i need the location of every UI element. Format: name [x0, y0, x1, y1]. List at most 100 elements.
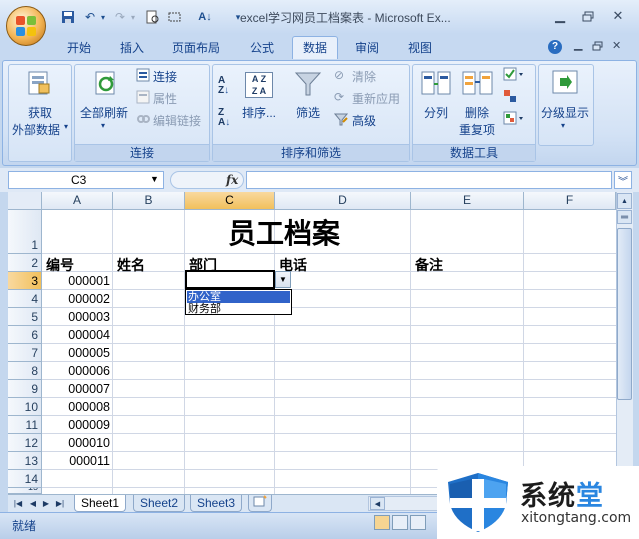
id-cell[interactable]: 000009: [40, 418, 110, 432]
row-header[interactable]: 2: [8, 254, 42, 272]
tab-data[interactable]: 数据: [292, 36, 339, 59]
get-external-data-line2[interactable]: 外部数据: [12, 121, 60, 138]
row-header[interactable]: 9: [8, 380, 42, 398]
header-cell-remarks[interactable]: 备注: [415, 255, 443, 275]
sheet-title-cell[interactable]: 员工档案: [186, 212, 382, 252]
tab-page-layout[interactable]: 页面布局: [162, 37, 230, 60]
outline-button[interactable]: 分级显示: [541, 104, 589, 121]
row-header[interactable]: 11: [8, 416, 42, 434]
row-header[interactable]: 7: [8, 344, 42, 362]
row-header[interactable]: 8: [8, 362, 42, 380]
outline-dropdown-icon[interactable]: ▾: [561, 121, 565, 130]
refresh-dropdown-icon[interactable]: ▾: [101, 121, 105, 130]
id-cell[interactable]: 000006: [40, 364, 110, 378]
advanced-button[interactable]: 高级: [352, 112, 376, 129]
row-header[interactable]: 3: [8, 272, 42, 290]
close-icon[interactable]: ✕: [606, 6, 630, 26]
tab-view[interactable]: 视图: [398, 37, 442, 60]
remove-duplicates-line2[interactable]: 重复项: [459, 121, 495, 138]
tab-formulas[interactable]: 公式: [240, 37, 284, 60]
sheet-tab-1[interactable]: Sheet1: [74, 495, 127, 512]
ribbon-restore-icon[interactable]: [592, 40, 603, 54]
row-header[interactable]: 1: [8, 210, 42, 254]
sort-za-button[interactable]: Z A↓: [218, 108, 230, 128]
column-header-d[interactable]: D: [275, 192, 411, 210]
ribbon-minimize-icon[interactable]: ▁: [574, 38, 582, 51]
page-break-view-icon[interactable]: [410, 515, 426, 530]
column-header-b[interactable]: B: [113, 192, 185, 210]
id-cell[interactable]: 000001: [40, 274, 110, 288]
filter-button[interactable]: 筛选: [296, 104, 320, 121]
properties-button[interactable]: 属性: [153, 90, 177, 107]
id-cell[interactable]: 000004: [40, 328, 110, 342]
workbook-close-icon[interactable]: ✕: [612, 39, 621, 52]
next-sheet-icon[interactable]: ▶: [40, 496, 52, 510]
id-cell[interactable]: 000003: [40, 310, 110, 324]
tab-insert[interactable]: 插入: [110, 37, 154, 60]
normal-view-icon[interactable]: [374, 515, 390, 530]
restore-icon[interactable]: [576, 6, 600, 26]
insert-function-icon[interactable]: fx: [226, 173, 238, 187]
refresh-all-button[interactable]: 全部刷新: [80, 104, 128, 121]
first-sheet-icon[interactable]: |◀: [12, 496, 24, 510]
consolidate-icon[interactable]: [503, 89, 517, 106]
scroll-left-icon[interactable]: ◀: [370, 497, 385, 510]
sort-button[interactable]: 排序...: [242, 104, 276, 121]
id-cell[interactable]: 000005: [40, 346, 110, 360]
row-header[interactable]: 5: [8, 308, 42, 326]
clear-button[interactable]: 清除: [352, 68, 376, 85]
sheet-tab-2[interactable]: Sheet2: [133, 495, 186, 512]
sort-az-icon[interactable]: A↓: [195, 8, 215, 26]
vertical-scroll-thumb[interactable]: [617, 228, 632, 400]
row-header[interactable]: 4: [8, 290, 42, 308]
row-header[interactable]: 14: [8, 470, 42, 488]
header-cell-name[interactable]: 姓名: [117, 255, 145, 275]
last-sheet-icon[interactable]: ▶|: [54, 496, 66, 510]
expand-formula-bar-icon[interactable]: ︾: [614, 171, 632, 189]
row-header[interactable]: 12: [8, 434, 42, 452]
scroll-up-icon[interactable]: ▲: [617, 193, 632, 209]
prev-sheet-icon[interactable]: ◀: [27, 496, 39, 510]
redo-dropdown-icon[interactable]: ▾: [123, 8, 143, 26]
column-header-a[interactable]: A: [42, 192, 113, 210]
id-cell[interactable]: 000010: [40, 436, 110, 450]
id-cell[interactable]: 000007: [40, 382, 110, 396]
office-button[interactable]: [6, 6, 46, 46]
page-layout-view-icon[interactable]: [392, 515, 408, 530]
dropdown-option-office[interactable]: 办公室: [187, 291, 290, 303]
column-header-f[interactable]: F: [524, 192, 616, 210]
external-data-dropdown-icon[interactable]: ▾: [64, 122, 68, 131]
name-box-dropdown-icon[interactable]: ▼: [150, 174, 159, 184]
column-header-c[interactable]: C: [185, 192, 275, 210]
tab-home[interactable]: 开始: [57, 37, 101, 60]
edit-links-button[interactable]: 编辑链接: [153, 112, 201, 129]
get-external-data-line1[interactable]: 获取: [28, 104, 52, 121]
formula-input[interactable]: [246, 171, 612, 189]
header-cell-id[interactable]: 编号: [46, 255, 74, 275]
select-shapes-icon[interactable]: [165, 8, 185, 26]
row-header[interactable]: 13: [8, 452, 42, 470]
column-header-e[interactable]: E: [411, 192, 524, 210]
minimize-icon[interactable]: ▁: [548, 6, 572, 26]
text-to-columns-button[interactable]: 分列: [424, 104, 448, 121]
id-cell[interactable]: 000011: [40, 454, 110, 468]
validation-dropdown-arrow-icon[interactable]: ▼: [275, 271, 291, 288]
connections-button[interactable]: 连接: [153, 68, 177, 85]
save-icon[interactable]: [58, 8, 78, 26]
select-all-corner[interactable]: [8, 192, 42, 210]
active-cell-c3[interactable]: [185, 270, 275, 289]
print-preview-icon[interactable]: [142, 8, 162, 26]
data-validation-icon[interactable]: [503, 67, 525, 84]
sort-az-button[interactable]: A Z↓: [218, 76, 229, 96]
row-header[interactable]: 10: [8, 398, 42, 416]
split-box[interactable]: ═: [617, 210, 632, 224]
what-if-analysis-icon[interactable]: [503, 111, 525, 128]
tab-review[interactable]: 审阅: [345, 37, 389, 60]
dropdown-option-finance[interactable]: 财务部: [187, 303, 290, 315]
insert-sheet-icon[interactable]: [248, 495, 272, 512]
name-box[interactable]: C3: [8, 171, 164, 189]
remove-duplicates-line1[interactable]: 删除: [465, 104, 489, 121]
reapply-button[interactable]: 重新应用: [352, 90, 400, 107]
id-cell[interactable]: 000008: [40, 400, 110, 414]
sheet-tab-3[interactable]: Sheet3: [190, 495, 243, 512]
